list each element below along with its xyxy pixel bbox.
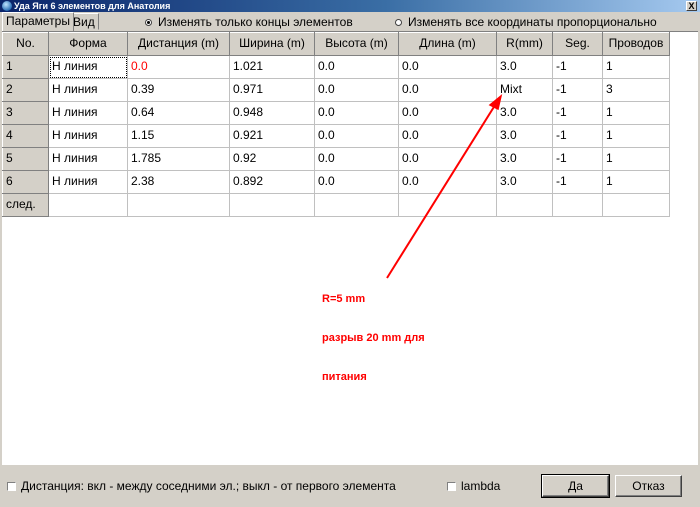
lambda-label: lambda	[461, 479, 501, 493]
radio-change-proportional-label: Изменять все координаты пропорционально	[408, 15, 657, 29]
close-button[interactable]: X	[686, 1, 697, 11]
radio-change-proportional[interactable]: Изменять все координаты пропорционально	[395, 14, 657, 30]
lambda-checkbox[interactable]: lambda	[447, 479, 500, 493]
radio-change-ends-label: Изменять только концы элементов	[158, 15, 353, 29]
app-icon	[2, 1, 12, 11]
checkbox-icon	[7, 481, 16, 491]
annotation-line: R=5 mm	[322, 293, 366, 305]
elements-grid[interactable]: No. Форма Дистанция (m) Ширина (m) Высота (m…	[2, 31, 698, 465]
cancel-button[interactable]: Отказ	[615, 475, 682, 497]
annotation-note: R=5 mm разрыв 20 mm для питания	[322, 267, 425, 397]
radio-change-ends[interactable]: Изменять только концы элементов	[145, 14, 353, 30]
ok-button[interactable]: Да	[541, 474, 610, 498]
radio-unselected-icon	[395, 18, 402, 26]
window-title: Уда Яги 6 элементов для Анатолия	[14, 1, 171, 11]
annotation-arrow	[386, 94, 503, 279]
tab-parameters[interactable]: Параметры	[2, 12, 74, 31]
footer-bar: Дистанция: вкл - между соседними эл.; вы…	[0, 466, 700, 507]
radio-selected-icon	[145, 18, 152, 26]
title-bar: Уда Яги 6 элементов для Анатолия X	[0, 0, 700, 12]
distance-mode-checkbox[interactable]: Дистанция: вкл - между соседними эл.; вы…	[7, 479, 396, 493]
checkbox-icon	[447, 481, 456, 491]
annotation-line: разрыв 20 mm для	[322, 332, 425, 344]
annotation-line: питания	[322, 371, 367, 383]
distance-mode-label: Дистанция: вкл - между соседними эл.; вы…	[21, 479, 396, 493]
